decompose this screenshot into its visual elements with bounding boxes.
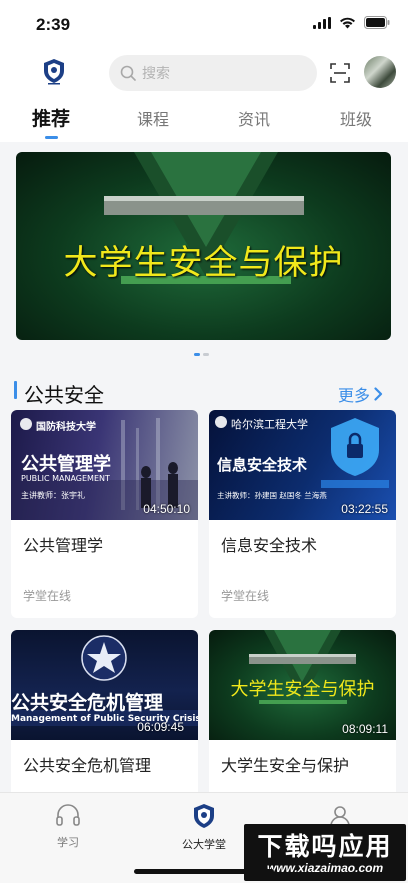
card-title: 公共管理学 (23, 538, 104, 555)
home-indicator[interactable] (134, 869, 274, 874)
nav-item-study[interactable]: 学习 (28, 803, 108, 850)
tab-classes[interactable]: 班级 (340, 106, 372, 130)
search-placeholder: 搜索 (142, 65, 170, 81)
thumb-teacher: 主讲教师：张宇礼 (21, 491, 85, 500)
tab-news[interactable]: 资讯 (238, 106, 270, 130)
tab-recommend[interactable]: 推荐 (32, 104, 70, 131)
course-card[interactable]: 大学生安全与保护 08:09:11 大学生安全与保护 (209, 630, 396, 800)
headphones-icon (56, 804, 80, 826)
duration-badge: 03:22:55 (341, 502, 388, 516)
app-logo[interactable] (40, 57, 68, 85)
tab-active-indicator (45, 136, 58, 139)
card-source: 学堂在线 (23, 589, 72, 603)
duration-badge: 04:50:10 (143, 502, 190, 516)
card-title: 大学生安全与保护 (221, 758, 350, 775)
card-source: 学堂在线 (221, 589, 270, 603)
status-time: 2:39 (36, 15, 71, 34)
search-input[interactable]: 搜索 (109, 55, 317, 91)
duration-badge: 08:09:11 (342, 722, 388, 736)
course-thumbnail: 公共安全危机管理 Management of Public Security C… (11, 630, 198, 740)
battery-icon (364, 16, 390, 29)
card-title: 信息安全技术 (221, 538, 318, 555)
thumb-university: 国防科技大学 (36, 422, 96, 433)
course-thumbnail: 大学生安全与保护 08:09:11 (209, 630, 396, 740)
course-thumbnail: 国防科技大学 公共管理学 PUBLIC MANAGEMENT 主讲教师：张宇礼 … (11, 410, 198, 520)
more-label: 更多 (338, 388, 371, 405)
thumb-title: 大学生安全与保护 (230, 679, 375, 700)
watermark-main-text: 下载吗应用 (257, 833, 393, 861)
carousel-dots (194, 353, 209, 356)
nav-label: 公大学堂 (182, 839, 226, 851)
duration-badge: 06:09:45 (137, 720, 184, 734)
nav-label: 学习 (57, 837, 79, 849)
thumb-subtitle: PUBLIC MANAGEMENT (21, 474, 110, 483)
status-icons (313, 16, 390, 29)
banner-title: 大学生安全与保护 (63, 243, 344, 283)
search-icon (120, 65, 136, 81)
course-card[interactable]: 国防科技大学 公共管理学 PUBLIC MANAGEMENT 主讲教师：张宇礼 … (11, 410, 198, 618)
chevron-right-icon (374, 387, 383, 401)
wifi-icon (340, 17, 355, 28)
tab-courses[interactable]: 课程 (137, 106, 169, 130)
scan-icon[interactable] (330, 63, 350, 83)
banner-carousel[interactable]: 大学生安全与保护 (16, 152, 391, 340)
thumb-university: 哈尔滨工程大学 (231, 418, 308, 431)
thumb-teacher: 主讲教师：孙建国 赵国冬 兰海燕 (217, 491, 327, 500)
section-accent-bar (14, 381, 17, 399)
avatar[interactable] (364, 56, 396, 88)
course-card[interactable]: 公共安全危机管理 Management of Public Security C… (11, 630, 198, 800)
thumb-title: 公共安全危机管理 (11, 692, 164, 714)
thumb-title: 公共管理学 (21, 454, 111, 475)
signal-icon (313, 16, 331, 29)
course-card[interactable]: 哈尔滨工程大学 信息安全技术 主讲教师：孙建国 赵国冬 兰海燕 03:22:55… (209, 410, 396, 618)
nav-item-academy[interactable]: 公大学堂 (164, 803, 244, 852)
carousel-dot[interactable] (194, 353, 200, 356)
course-thumbnail: 哈尔滨工程大学 信息安全技术 主讲教师：孙建国 赵国冬 兰海燕 03:22:55 (209, 410, 396, 520)
header: 搜索 推荐 课程 资讯 班级 (0, 50, 408, 142)
status-bar: 2:39 (0, 0, 408, 50)
section-title: 公共安全 (24, 385, 104, 407)
more-link[interactable]: 更多 (338, 382, 383, 406)
school-emblem-icon (194, 804, 214, 828)
thumb-title: 信息安全技术 (217, 456, 308, 474)
card-title: 公共安全危机管理 (23, 758, 152, 775)
category-tabs: 推荐 课程 资讯 班级 (0, 100, 408, 140)
carousel-dot[interactable] (203, 353, 209, 356)
